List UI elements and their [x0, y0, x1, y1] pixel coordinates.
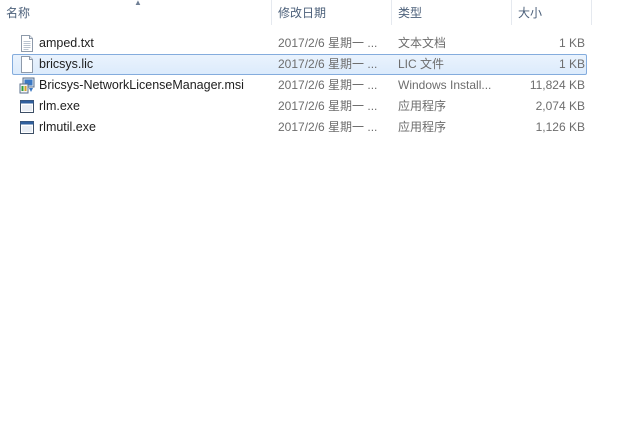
column-header-date-label: 修改日期 — [278, 6, 327, 20]
file-modified-date: 2017/2/6 星期一 ... — [278, 99, 378, 113]
column-header-name-label: 名称 — [6, 6, 31, 20]
file-modified-date: 2017/2/6 星期一 ... — [278, 120, 378, 134]
column-header-date[interactable]: 修改日期 — [272, 0, 392, 25]
file-size: 2,074 KB — [535, 99, 585, 113]
exe-app-icon — [19, 98, 35, 115]
file-row[interactable]: Bricsys-NetworkLicenseManager.msi 2017/2… — [12, 75, 587, 96]
file-row-selected[interactable]: bricsys.lic 2017/2/6 星期一 ... LIC 文件 1 KB — [12, 54, 587, 75]
column-header-size-label: 大小 — [518, 6, 543, 20]
file-list-pane: 名称 ▲ 修改日期 类型 大小 amped.txt 2017/2/6 星期一 .… — [0, 0, 643, 438]
column-divider[interactable] — [591, 0, 592, 25]
column-header-name[interactable]: 名称 ▲ — [0, 0, 272, 25]
file-name[interactable]: rlm.exe — [39, 97, 271, 116]
file-name[interactable]: Bricsys-NetworkLicenseManager.msi — [39, 76, 271, 95]
file-size: 1 KB — [558, 36, 585, 50]
exe-app-icon — [19, 119, 35, 136]
file-name[interactable]: amped.txt — [39, 34, 271, 53]
file-modified-date: 2017/2/6 星期一 ... — [278, 78, 378, 92]
column-header-bar: 名称 ▲ 修改日期 类型 大小 — [0, 0, 643, 25]
file-size: 1 KB — [558, 57, 585, 71]
file-modified-date: 2017/2/6 星期一 ... — [278, 36, 378, 50]
file-modified-date: 2017/2/6 星期一 ... — [278, 57, 378, 71]
file-name[interactable]: bricsys.lic — [39, 55, 271, 74]
column-header-type-label: 类型 — [398, 6, 423, 20]
file-name[interactable]: rlmutil.exe — [39, 118, 271, 137]
lic-file-icon — [19, 56, 35, 73]
text-file-icon — [19, 35, 35, 52]
sort-ascending-icon: ▲ — [134, 0, 142, 7]
file-row[interactable]: amped.txt 2017/2/6 星期一 ... 文本文档 1 KB — [12, 33, 587, 54]
file-size: 1,126 KB — [535, 120, 585, 134]
file-row[interactable]: rlm.exe 2017/2/6 星期一 ... 应用程序 2,074 KB — [12, 96, 587, 117]
column-header-type[interactable]: 类型 — [392, 0, 512, 25]
msi-installer-icon — [19, 77, 35, 94]
file-size: 11,824 KB — [529, 78, 585, 92]
file-row[interactable]: rlmutil.exe 2017/2/6 星期一 ... 应用程序 1,126 … — [12, 117, 587, 138]
column-header-size[interactable]: 大小 — [512, 0, 592, 25]
